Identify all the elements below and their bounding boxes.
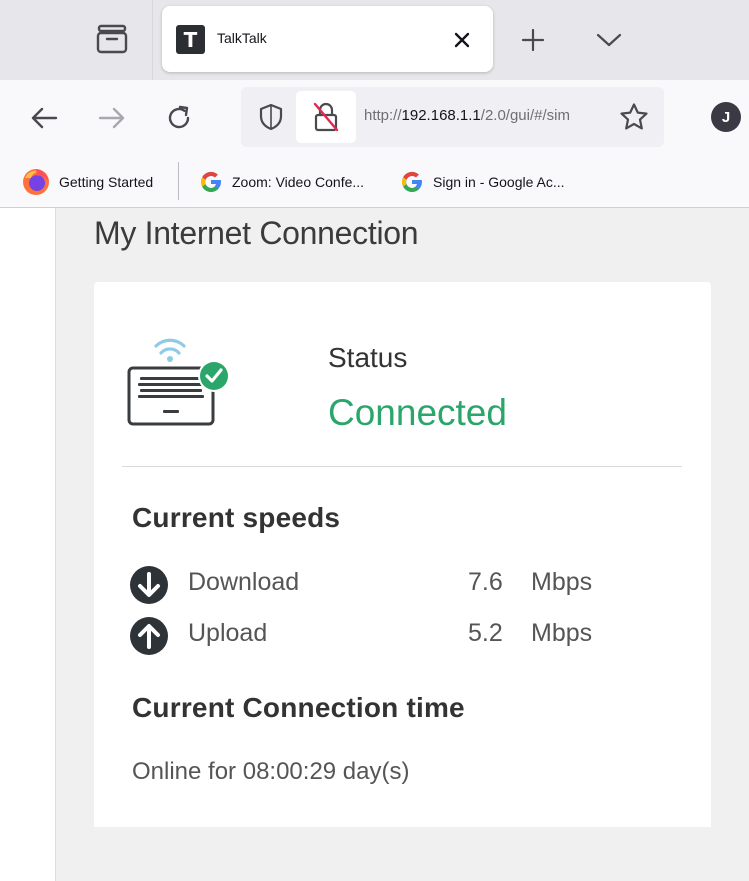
- router-connected-icon: [127, 338, 230, 426]
- page-sidebar: [0, 208, 56, 881]
- insecure-lock-icon: [313, 102, 339, 132]
- bookmark-label: Sign in - Google Ac...: [433, 174, 565, 190]
- account-avatar[interactable]: J: [711, 102, 741, 132]
- url-scheme: http://: [364, 107, 402, 124]
- page-title: My Internet Connection: [94, 215, 419, 251]
- tab-close-button[interactable]: [448, 26, 476, 54]
- status-label: Status: [328, 342, 408, 373]
- close-icon: [454, 32, 470, 48]
- speeds-heading: Current speeds: [132, 502, 341, 533]
- section-divider: [122, 466, 682, 467]
- download-value: 7.6: [468, 568, 503, 596]
- page-content: My Internet Connection Status Connected: [0, 208, 749, 881]
- bookmark-label: Getting Started: [59, 174, 154, 190]
- upload-arrow-icon: [130, 617, 168, 655]
- upload-row: Upload 5.2 Mbps: [130, 615, 650, 655]
- navigation-toolbar: http://192.168.1.1/2.0/gui/#/sim: [0, 80, 749, 156]
- download-arrow-icon: [130, 566, 168, 604]
- online-duration: Online for 08:00:29 day(s): [132, 758, 410, 785]
- tracking-protection-button[interactable]: [251, 97, 291, 137]
- url-bar[interactable]: http://192.168.1.1/2.0/gui/#/sim: [241, 87, 664, 147]
- talktalk-favicon-icon: T: [176, 25, 205, 54]
- download-row: Download 7.6 Mbps: [130, 564, 650, 604]
- arrow-right-icon: [98, 107, 125, 129]
- bookmark-getting-started[interactable]: Getting Started: [22, 166, 153, 198]
- bookmark-google-sign-in[interactable]: Sign in - Google Ac...: [400, 166, 565, 198]
- arrow-left-icon: [31, 107, 58, 129]
- tab-title: TalkTalk: [217, 30, 267, 46]
- tab-strip-divider: [152, 0, 153, 80]
- chevron-down-icon: [596, 33, 622, 47]
- download-label: Download: [188, 568, 300, 596]
- new-tab-button[interactable]: [513, 20, 553, 60]
- download-unit: Mbps: [531, 568, 593, 596]
- status-value: Connected: [328, 392, 507, 433]
- connection-info-button[interactable]: [296, 91, 356, 143]
- firefox-view-button[interactable]: [86, 18, 138, 60]
- list-all-tabs-button[interactable]: [588, 20, 630, 60]
- bookmarks-toolbar: Getting Started Zoom: Video Confe... Sig…: [0, 156, 749, 208]
- upload-unit: Mbps: [531, 619, 593, 647]
- plus-icon: [521, 28, 545, 52]
- shield-icon: [259, 103, 283, 131]
- url-text[interactable]: http://192.168.1.1/2.0/gui/#/sim: [364, 107, 606, 124]
- tab-talktalk[interactable]: T TalkTalk: [162, 6, 493, 72]
- upload-value: 5.2: [468, 619, 503, 647]
- bookmark-zoom[interactable]: Zoom: Video Confe...: [199, 166, 364, 198]
- star-icon: [620, 103, 648, 130]
- tab-strip: T TalkTalk: [0, 0, 749, 80]
- back-button[interactable]: [22, 98, 66, 138]
- firefox-view-icon: [96, 24, 128, 54]
- url-host: 192.168.1.1: [401, 107, 481, 124]
- reload-button[interactable]: [157, 98, 201, 138]
- connection-card: Status Connected Current speeds Download…: [94, 282, 711, 827]
- connection-time-heading: Current Connection time: [132, 692, 465, 723]
- url-path: /2.0/gui/#/sim: [480, 107, 570, 124]
- reload-icon: [168, 105, 190, 129]
- bookmark-page-button[interactable]: [617, 100, 651, 134]
- forward-button[interactable]: [90, 98, 134, 138]
- bookmark-separator: [178, 162, 179, 200]
- upload-label: Upload: [188, 619, 268, 647]
- google-icon: [201, 171, 221, 193]
- firefox-icon: [23, 169, 49, 195]
- google-icon: [402, 171, 422, 193]
- bookmark-label: Zoom: Video Confe...: [232, 174, 365, 190]
